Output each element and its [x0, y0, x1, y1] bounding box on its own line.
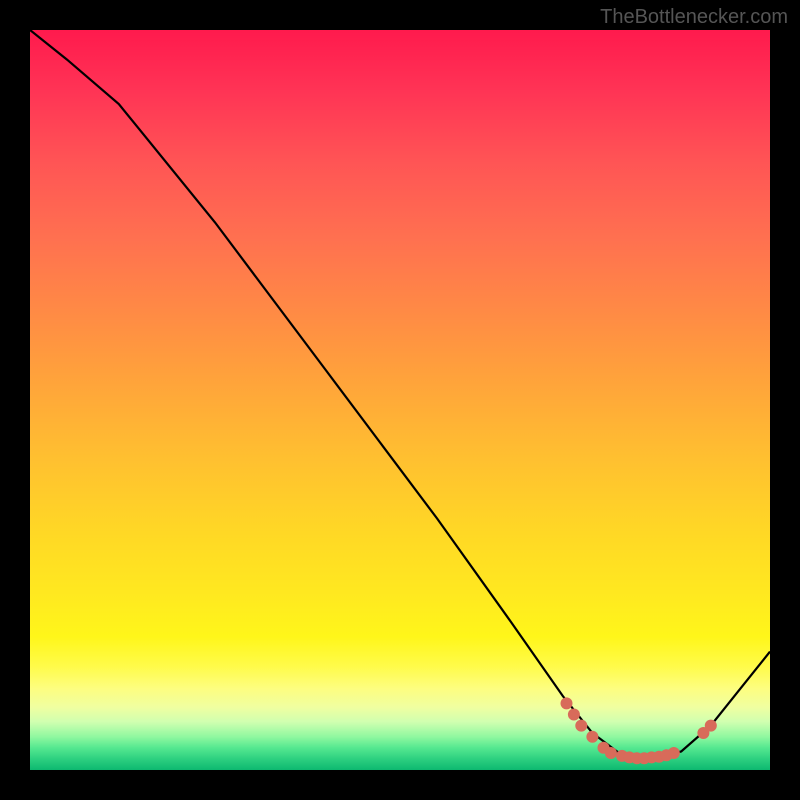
data-point-marker — [561, 697, 573, 709]
data-point-marker — [705, 720, 717, 732]
data-point-marker — [668, 747, 680, 759]
data-point-marker — [605, 747, 617, 759]
data-point-marker — [575, 720, 587, 732]
chart-svg — [30, 30, 770, 770]
chart-container: TheBottlenecker.com — [0, 0, 800, 800]
data-point-marker — [568, 709, 580, 721]
data-markers — [561, 697, 717, 764]
curve-line — [30, 30, 770, 759]
plot-area — [30, 30, 770, 770]
data-point-marker — [586, 731, 598, 743]
watermark-text: TheBottlenecker.com — [600, 6, 788, 29]
